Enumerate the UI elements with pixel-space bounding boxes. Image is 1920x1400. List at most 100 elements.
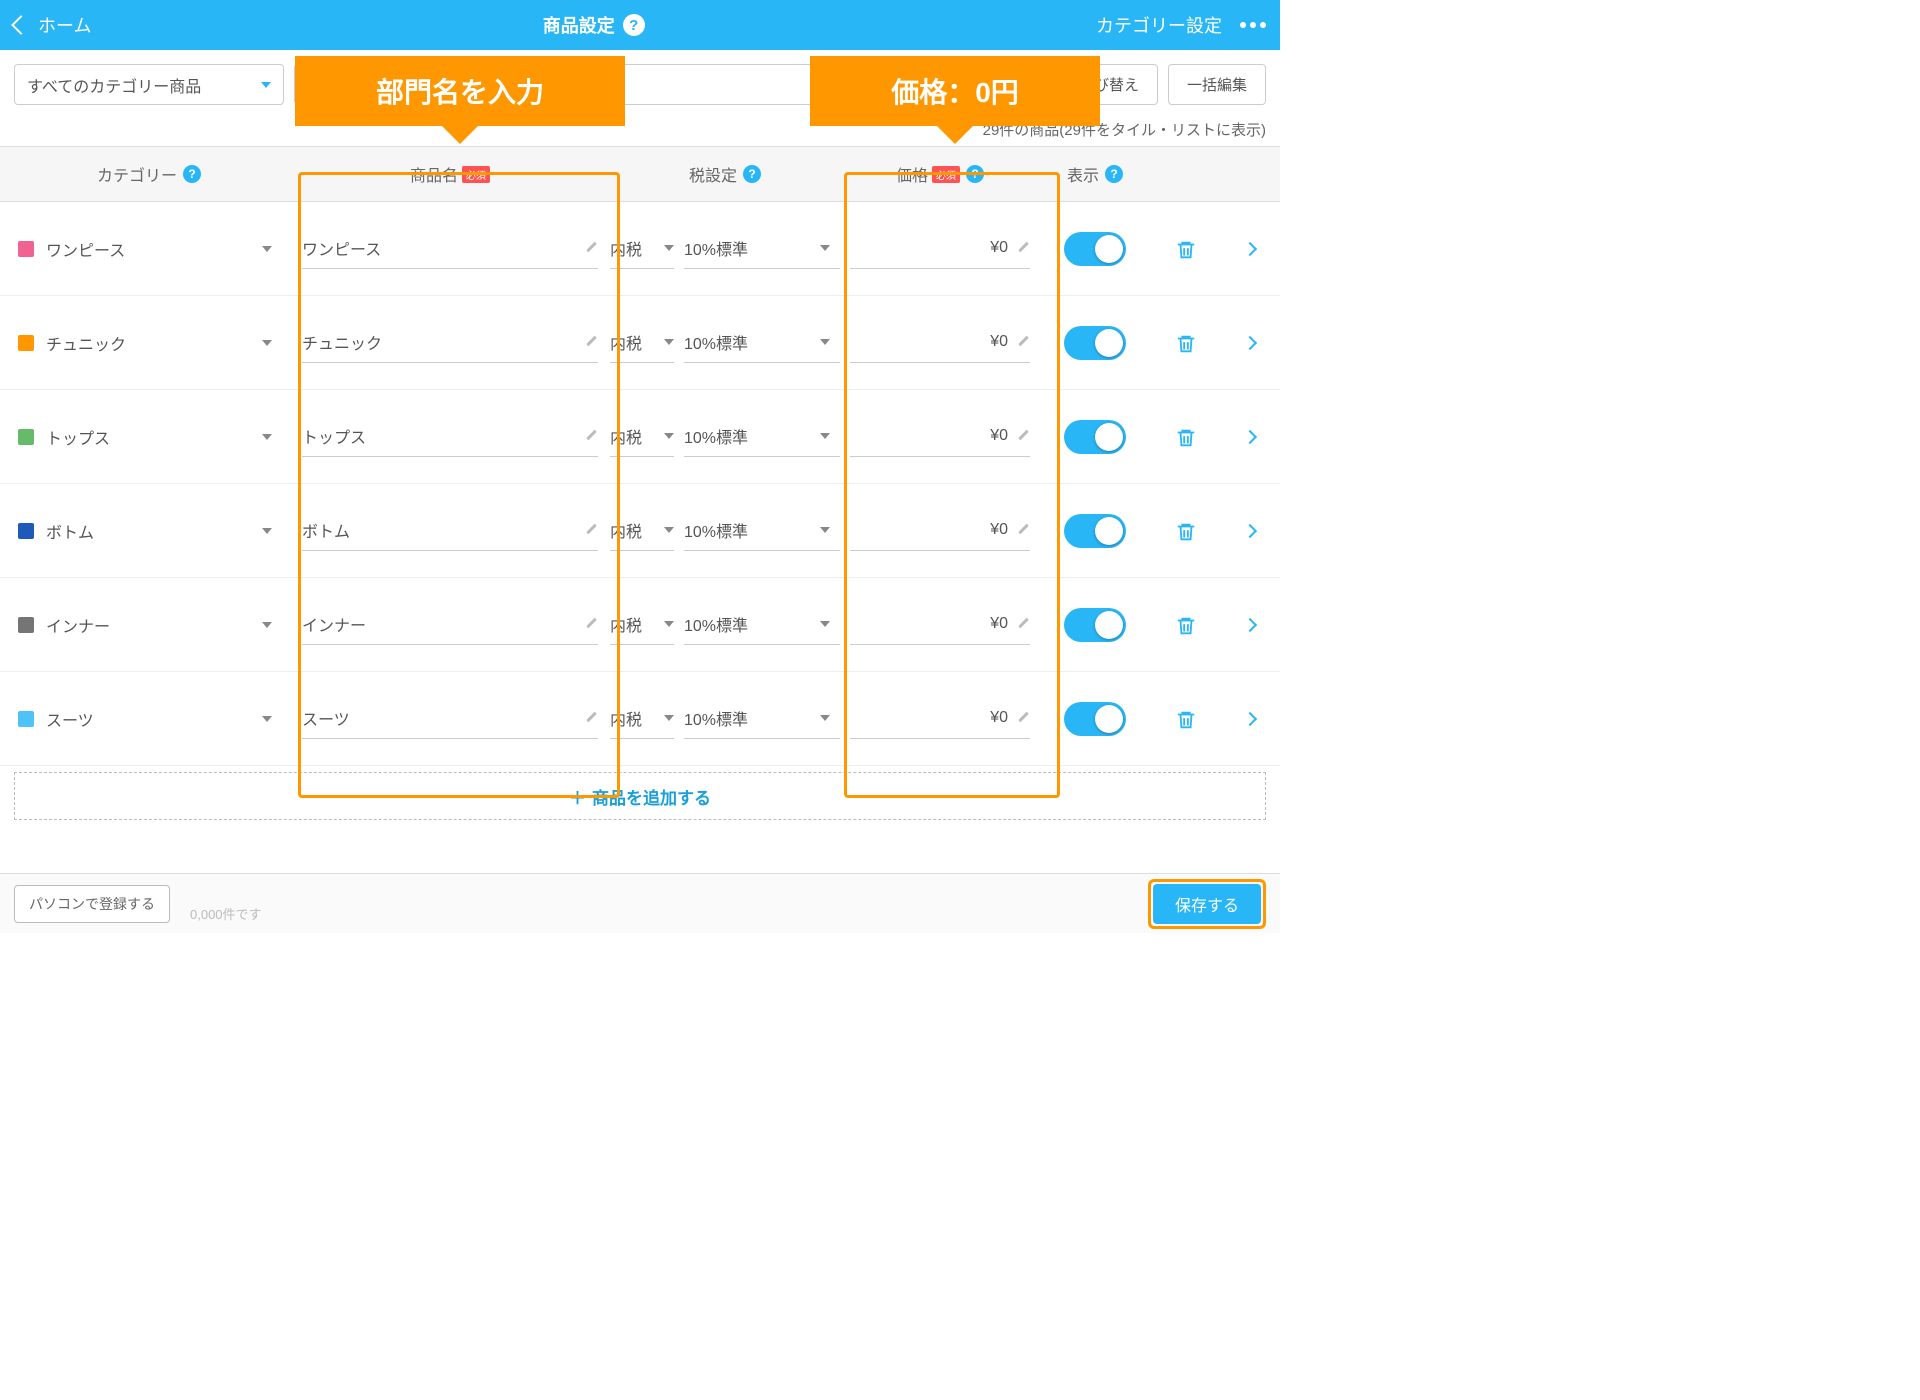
- tax-inclusion-select[interactable]: 内税: [610, 323, 674, 363]
- register-on-pc-button[interactable]: パソコンで登録する: [14, 885, 170, 923]
- tax-inclusion-select[interactable]: 内税: [610, 229, 674, 269]
- pencil-icon: [1016, 711, 1030, 725]
- product-name-input[interactable]: ボトム: [302, 511, 598, 551]
- trash-icon[interactable]: [1175, 614, 1195, 636]
- tax-inclusion-select[interactable]: 内税: [610, 417, 674, 457]
- required-badge: 必須: [932, 166, 960, 183]
- pencil-icon: [584, 429, 598, 443]
- price-input[interactable]: ¥0: [850, 699, 1030, 739]
- tax-inclusion-select[interactable]: 内税: [610, 605, 674, 645]
- chevron-down-icon: [664, 527, 674, 533]
- display-toggle[interactable]: [1064, 514, 1126, 548]
- chevron-right-icon[interactable]: [1243, 335, 1257, 349]
- help-icon[interactable]: ?: [743, 165, 761, 183]
- category-label: ワンピース: [46, 237, 125, 261]
- tax-inclusion-select[interactable]: 内税: [610, 511, 674, 551]
- more-menu-icon[interactable]: [1240, 22, 1266, 28]
- chevron-right-icon[interactable]: [1243, 523, 1257, 537]
- chevron-down-icon: [262, 528, 272, 534]
- chevron-down-icon: [820, 245, 830, 251]
- category-filter-select[interactable]: すべてのカテゴリー商品: [14, 64, 284, 105]
- tax-rate-select[interactable]: 10%標準: [684, 417, 840, 457]
- chevron-down-icon: [820, 715, 830, 721]
- chevron-left-icon: [11, 15, 31, 35]
- trash-icon[interactable]: [1175, 520, 1195, 542]
- tax-rate-select[interactable]: 10%標準: [684, 699, 840, 739]
- product-name-input[interactable]: チュニック: [302, 323, 598, 363]
- category-cell[interactable]: チュニック: [0, 331, 290, 355]
- chevron-right-icon[interactable]: [1243, 617, 1257, 631]
- display-toggle[interactable]: [1064, 702, 1126, 736]
- price-input[interactable]: ¥0: [850, 417, 1030, 457]
- chevron-down-icon: [664, 433, 674, 439]
- category-cell[interactable]: ボトム: [0, 519, 290, 543]
- pencil-icon: [1016, 335, 1030, 349]
- help-icon[interactable]: ?: [966, 165, 984, 183]
- trash-icon[interactable]: [1175, 332, 1195, 354]
- table-row: チュニックチュニック内税10%標準¥0: [0, 296, 1280, 390]
- back-button[interactable]: ホーム: [14, 12, 91, 38]
- product-name-input[interactable]: トップス: [302, 417, 598, 457]
- tax-rate-select[interactable]: 10%標準: [684, 605, 840, 645]
- pencil-icon: [1016, 241, 1030, 255]
- pencil-icon: [1016, 523, 1030, 537]
- callout-product-name: 部門名を入力: [295, 56, 625, 126]
- chevron-right-icon[interactable]: [1243, 711, 1257, 725]
- tax-rate-select[interactable]: 10%標準: [684, 323, 840, 363]
- display-toggle[interactable]: [1064, 420, 1126, 454]
- trash-icon[interactable]: [1175, 426, 1195, 448]
- category-cell[interactable]: トップス: [0, 425, 290, 449]
- page-title: 商品設定 ?: [91, 12, 1096, 38]
- app-header: ホーム 商品設定 ? カテゴリー設定: [0, 0, 1280, 50]
- category-settings-link[interactable]: カテゴリー設定: [1096, 12, 1222, 38]
- category-label: チュニック: [46, 331, 126, 355]
- pencil-icon: [584, 617, 598, 631]
- chevron-right-icon[interactable]: [1243, 429, 1257, 443]
- chevron-down-icon: [820, 339, 830, 345]
- display-toggle[interactable]: [1064, 326, 1126, 360]
- color-swatch: [18, 429, 34, 445]
- required-badge: 必須: [462, 166, 490, 183]
- tax-rate-select[interactable]: 10%標準: [684, 229, 840, 269]
- pencil-icon: [1016, 429, 1030, 443]
- chevron-down-icon: [262, 434, 272, 440]
- plus-icon: ＋: [569, 784, 586, 809]
- table-row: スーツスーツ内税10%標準¥0: [0, 672, 1280, 766]
- product-name-input[interactable]: インナー: [302, 605, 598, 645]
- product-name-input[interactable]: ワンピース: [302, 229, 598, 269]
- limit-text: 0,000件です: [190, 904, 262, 923]
- price-input[interactable]: ¥0: [850, 323, 1030, 363]
- save-highlight-frame: 保存する: [1148, 879, 1266, 929]
- add-product-button[interactable]: ＋ 商品を追加する: [14, 772, 1266, 820]
- tax-inclusion-select[interactable]: 内税: [610, 699, 674, 739]
- table-row: ワンピースワンピース内税10%標準¥0: [0, 202, 1280, 296]
- category-label: トップス: [46, 425, 110, 449]
- chevron-down-icon: [664, 621, 674, 627]
- color-swatch: [18, 711, 34, 727]
- trash-icon[interactable]: [1175, 708, 1195, 730]
- product-name-input[interactable]: スーツ: [302, 699, 598, 739]
- chevron-right-icon[interactable]: [1243, 241, 1257, 255]
- tax-rate-select[interactable]: 10%標準: [684, 511, 840, 551]
- pencil-icon: [584, 241, 598, 255]
- help-icon[interactable]: ?: [183, 165, 201, 183]
- help-icon[interactable]: ?: [1105, 165, 1123, 183]
- color-swatch: [18, 335, 34, 351]
- chevron-down-icon: [664, 715, 674, 721]
- category-cell[interactable]: ワンピース: [0, 237, 290, 261]
- category-label: ボトム: [46, 519, 94, 543]
- bulk-edit-button[interactable]: 一括編集: [1168, 64, 1266, 105]
- display-toggle[interactable]: [1064, 608, 1126, 642]
- display-toggle[interactable]: [1064, 232, 1126, 266]
- category-cell[interactable]: スーツ: [0, 707, 290, 731]
- help-icon[interactable]: ?: [623, 14, 645, 36]
- price-input[interactable]: ¥0: [850, 605, 1030, 645]
- chevron-down-icon: [261, 82, 271, 88]
- price-input[interactable]: ¥0: [850, 229, 1030, 269]
- pencil-icon: [584, 335, 598, 349]
- save-button[interactable]: 保存する: [1153, 884, 1261, 924]
- trash-icon[interactable]: [1175, 238, 1195, 260]
- chevron-down-icon: [820, 433, 830, 439]
- price-input[interactable]: ¥0: [850, 511, 1030, 551]
- category-cell[interactable]: インナー: [0, 613, 290, 637]
